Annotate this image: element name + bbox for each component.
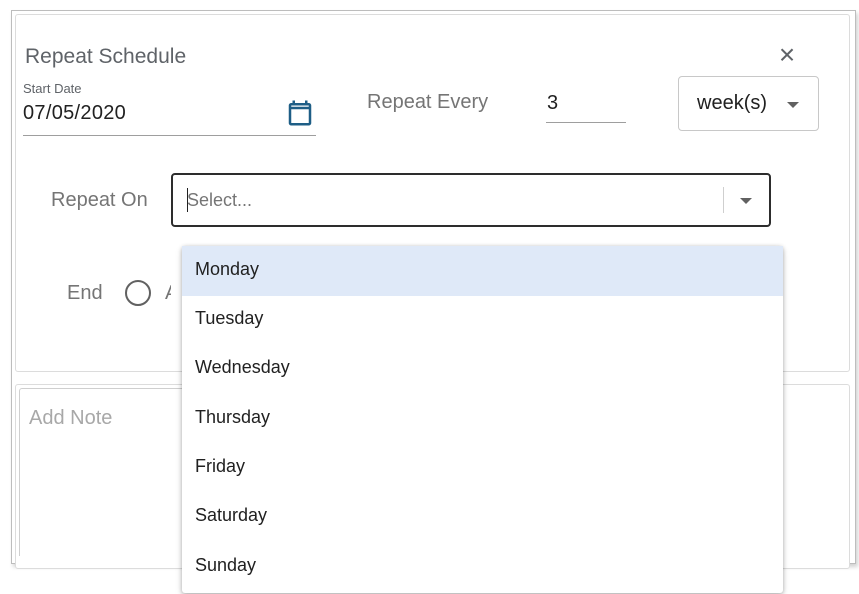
- dropdown-option[interactable]: Wednesday: [182, 344, 783, 394]
- text-cursor: [187, 188, 188, 212]
- end-label: End: [67, 282, 103, 304]
- repeat-unit-value: week(s): [697, 92, 768, 114]
- start-date-label: Start Date: [23, 81, 82, 96]
- dropdown-option[interactable]: Monday: [182, 246, 783, 296]
- select-separator: [723, 187, 724, 213]
- dropdown-option[interactable]: Thursday: [182, 394, 783, 444]
- start-date-field[interactable]: 07/05/2020: [23, 98, 316, 136]
- repeat-every-input[interactable]: [546, 85, 626, 123]
- dropdown-option[interactable]: Sunday: [182, 542, 783, 592]
- end-option-label: A: [165, 282, 171, 305]
- add-note-placeholder: Add Note: [29, 407, 113, 429]
- close-icon[interactable]: ×: [775, 41, 799, 69]
- start-date-value: 07/05/2020: [23, 102, 127, 124]
- repeat-every-label: Repeat Every: [367, 91, 489, 113]
- repeat-on-dropdown-menu: Monday Tuesday Wednesday Thursday Friday…: [182, 246, 783, 593]
- add-note-textarea[interactable]: Add Note: [19, 388, 199, 556]
- chevron-down-icon: [787, 102, 799, 108]
- chevron-down-icon[interactable]: [740, 198, 752, 204]
- repeat-on-label: Repeat On: [51, 189, 148, 211]
- calendar-icon[interactable]: [285, 98, 315, 128]
- dropdown-option[interactable]: Tuesday: [182, 295, 783, 345]
- end-radio[interactable]: [125, 280, 151, 306]
- dropdown-option[interactable]: Saturday: [182, 492, 783, 542]
- repeat-on-select[interactable]: Select...: [171, 173, 771, 227]
- dialog-title: Repeat Schedule: [25, 45, 187, 68]
- repeat-unit-select[interactable]: week(s): [678, 76, 819, 131]
- dropdown-option[interactable]: Friday: [182, 443, 783, 493]
- repeat-on-placeholder: Select...: [187, 190, 253, 210]
